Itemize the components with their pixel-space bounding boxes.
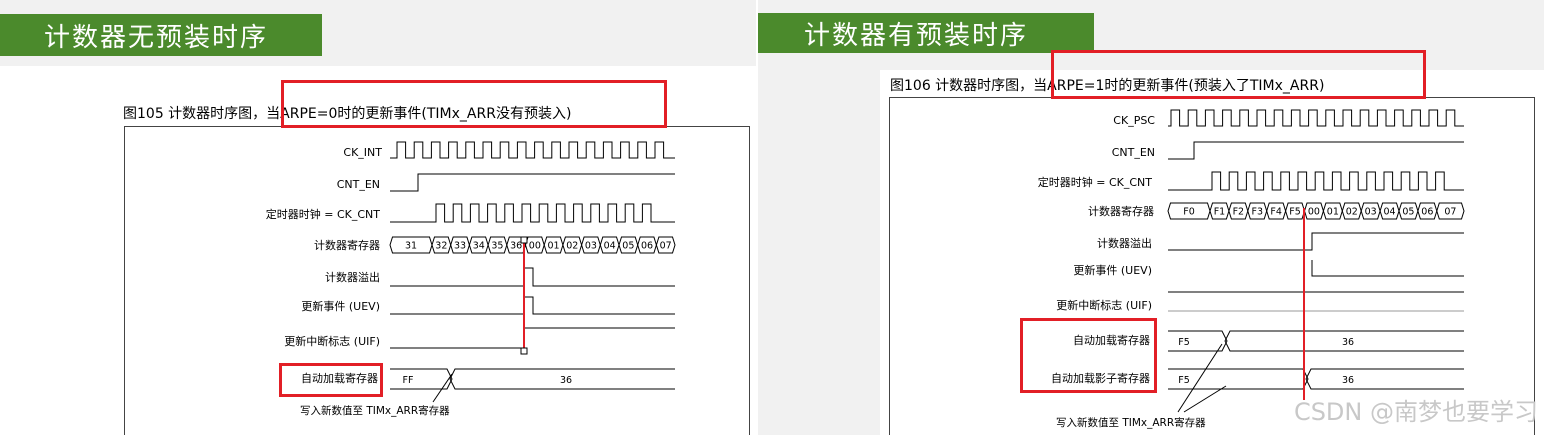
- left-counter-value: 06: [641, 241, 653, 252]
- left-arr-cell: [390, 368, 453, 390]
- left-marker-bottom: [520, 347, 528, 355]
- watermark: CSDN @南梦也要学习: [1293, 398, 1538, 426]
- right-caption-highlight: [1051, 50, 1426, 99]
- left-wave-uev: [390, 296, 675, 315]
- right-wave-clk: [1168, 171, 1464, 191]
- left-label-clk: 定时器时钟 = CK_CNT: [266, 207, 381, 221]
- left-note-pointer: [432, 373, 453, 403]
- right-counter-value: 01: [1327, 207, 1339, 218]
- left-wave-clk: [390, 203, 675, 223]
- right-arr-cell: [1168, 330, 1228, 352]
- right-registers-highlight: [1020, 318, 1157, 393]
- right-label-overflow: 计数器溢出: [1097, 236, 1152, 250]
- right-shadow-value: 36: [1342, 375, 1354, 386]
- right-counter-value: F5: [1289, 207, 1301, 218]
- right-counter-value: F4: [1270, 207, 1282, 218]
- left-counter-value: 07: [660, 241, 672, 252]
- right-counter-value: F2: [1233, 207, 1245, 218]
- right-label-uev: 更新事件 (UEV): [1073, 263, 1152, 277]
- left-label-en: CNT_EN: [337, 178, 380, 191]
- left-slide: 计数器无预装时序 图105 计数器时序图，当ARPE=0时的更新事件(TIMx_…: [0, 0, 756, 435]
- right-counter-value: F0: [1183, 207, 1195, 218]
- left-counter-value: 04: [604, 241, 616, 252]
- left-label-counter: 计数器寄存器: [314, 238, 380, 252]
- left-arr-highlight: [279, 363, 383, 397]
- right-arr-value: 36: [1342, 337, 1354, 348]
- left-wave-ck: [390, 141, 675, 159]
- right-counter-value: 02: [1346, 207, 1358, 218]
- left-label-uif: 更新中断标志 (UIF): [284, 334, 380, 348]
- left-label-ck: CK_INT: [343, 146, 382, 159]
- left-wave-overflow: [390, 267, 675, 287]
- left-arr-value: FF: [403, 375, 414, 386]
- right-wave-ck: [1168, 109, 1464, 127]
- right-label-counter: 计数器寄存器: [1088, 204, 1154, 218]
- left-counter-value: 31: [405, 241, 417, 252]
- right-arr-value: F5: [1178, 337, 1190, 348]
- right-counter-value: F1: [1214, 207, 1226, 218]
- left-counter-value: 35: [491, 241, 503, 252]
- left-arr-note: 写入新数值至 TIMx_ARR寄存器: [300, 404, 450, 417]
- left-counter-value: 32: [435, 241, 447, 252]
- left-wave-en: [390, 173, 675, 192]
- right-counter-value: F3: [1251, 207, 1263, 218]
- left-counter-value: 02: [566, 241, 578, 252]
- left-marker-top: [520, 236, 528, 244]
- left-counter-value: 36: [510, 241, 522, 252]
- right-slide: 计数器有预装时序 图106 计数器时序图，当ARPE=1时的更新事件(预装入了T…: [758, 0, 1544, 435]
- left-counter-value: 03: [585, 241, 597, 252]
- right-label-ck: CK_PSC: [1113, 114, 1155, 127]
- right-label-clk: 定时器时钟 = CK_CNT: [1038, 175, 1153, 189]
- right-shadow-cell: [1305, 368, 1464, 390]
- left-counter-value: 33: [454, 241, 466, 252]
- right-wave-overflow: [1168, 232, 1464, 251]
- right-note-pointer-2: [1183, 385, 1227, 413]
- right-counter-value: 00: [1308, 207, 1320, 218]
- left-counter-value: 00: [529, 241, 541, 252]
- right-shadow-value: F5: [1178, 375, 1190, 386]
- left-wave-uif: [390, 327, 675, 349]
- right-wave-en: [1168, 141, 1464, 160]
- left-arr-value: 36: [560, 375, 572, 386]
- left-counter-value: 01: [548, 241, 560, 252]
- right-counter-value: 04: [1384, 207, 1396, 218]
- right-counter-value: 07: [1444, 207, 1456, 218]
- left-counter-value: 05: [622, 241, 634, 252]
- right-label-uif: 更新中断标志 (UIF): [1056, 298, 1152, 312]
- left-counter-value: 34: [473, 241, 485, 252]
- right-wave-uev: [1311, 260, 1464, 277]
- right-counter-value: 03: [1365, 207, 1377, 218]
- right-counter-value: 05: [1402, 207, 1414, 218]
- left-label-uev: 更新事件 (UEV): [301, 299, 380, 313]
- left-label-overflow: 计数器溢出: [325, 270, 380, 284]
- right-label-en: CNT_EN: [1112, 146, 1155, 159]
- right-counter-value: 06: [1421, 207, 1433, 218]
- right-arr-note: 写入新数值至 TIMx_ARR寄存器: [1056, 416, 1206, 429]
- left-caption-highlight: [281, 80, 667, 128]
